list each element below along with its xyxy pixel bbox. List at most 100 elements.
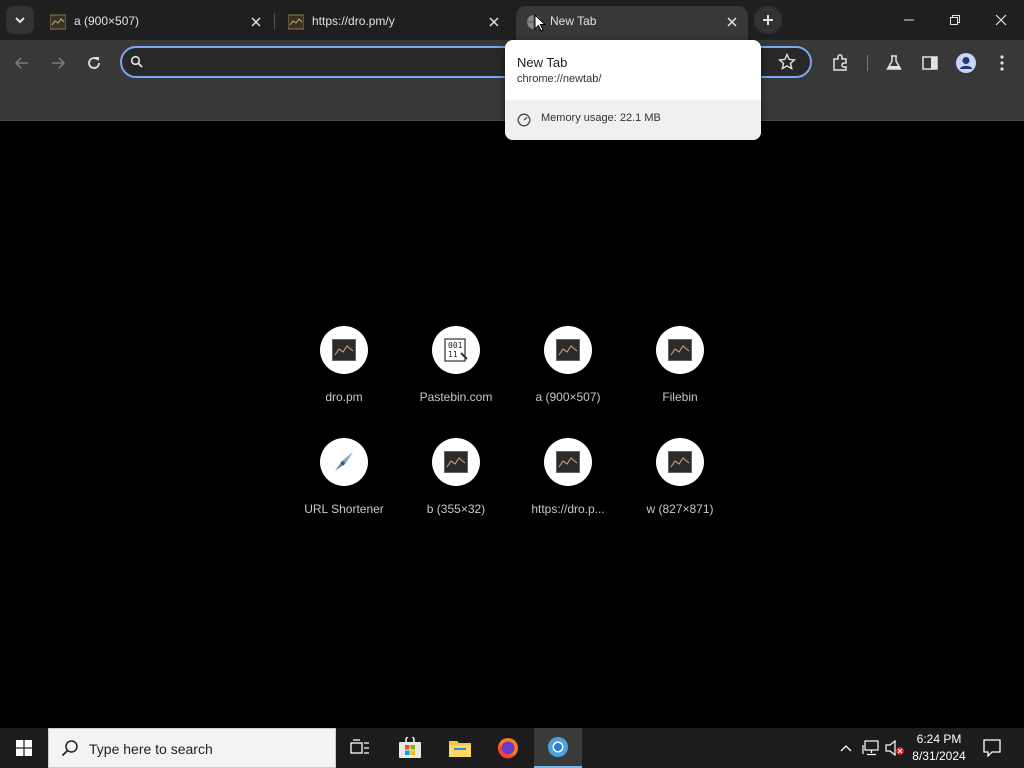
chevron-up-icon	[840, 745, 852, 752]
reload-icon	[88, 57, 100, 69]
shortcut-icon-circle	[656, 438, 704, 486]
new-tab-button[interactable]	[754, 6, 782, 34]
filebin-thumbnail-icon	[668, 339, 692, 361]
hover-card-title: New Tab	[517, 55, 568, 70]
network-button[interactable]	[860, 728, 882, 768]
arrow-left-icon	[14, 57, 28, 69]
dro-thumbnail-icon	[556, 451, 580, 473]
tab-title: a (900×507)	[74, 14, 140, 28]
shortcut-tile[interactable]: a (900×507)	[512, 318, 624, 430]
file-explorer-button[interactable]	[436, 728, 484, 768]
side-panel-button[interactable]	[916, 49, 944, 77]
taskbar-clock[interactable]: 6:24 PM 8/31/2024	[904, 731, 974, 765]
menu-button[interactable]	[988, 49, 1016, 77]
url-shortener-icon	[335, 452, 353, 471]
svg-text:11: 11	[448, 350, 458, 359]
forward-button[interactable]	[44, 49, 72, 77]
tab-1[interactable]: a (900×507)	[40, 6, 272, 40]
notifications-button[interactable]	[978, 728, 1006, 768]
restore-icon	[950, 15, 960, 25]
hover-card-url: chrome://newtab/	[517, 73, 602, 85]
tab-close-button[interactable]	[486, 14, 502, 30]
flask-icon	[886, 55, 902, 70]
shortcut-icon-circle	[656, 326, 704, 374]
shortcut-label: dro.pm	[325, 390, 363, 404]
shortcut-tile[interactable]: https://dro.p...	[512, 430, 624, 542]
tab-separator	[274, 13, 275, 29]
svg-text:001: 001	[448, 341, 463, 350]
search-icon	[61, 740, 78, 757]
firefox-button[interactable]	[484, 728, 532, 768]
tab-hover-card: New Tab chrome://newtab/ Memory usage: 2…	[505, 40, 761, 140]
shortcut-tile[interactable]: dro.pm	[288, 318, 400, 430]
tab-title: https://dro.pm/y	[312, 14, 395, 28]
show-hidden-icons-button[interactable]	[836, 728, 856, 768]
tab-strip: a (900×507) https://dro.pm/y New Tab	[0, 0, 1024, 40]
image-thumbnail-icon	[668, 451, 692, 473]
close-icon	[489, 17, 499, 27]
shortcut-label: b (355×32)	[426, 502, 486, 516]
taskbar-search-placeholder: Type here to search	[89, 741, 213, 757]
search-icon	[130, 55, 143, 68]
tab-3-active[interactable]: New Tab	[516, 6, 748, 40]
gauge-icon	[517, 113, 531, 127]
clock-time: 6:24 PM	[916, 732, 962, 746]
plus-icon	[763, 15, 773, 25]
image-thumbnail-icon	[50, 14, 66, 30]
image-thumbnail-icon	[444, 451, 468, 473]
shortcut-icon-circle	[432, 438, 480, 486]
clock-date: 8/31/2024	[912, 749, 966, 763]
chrome-taskbar-button[interactable]	[534, 728, 582, 768]
profile-button[interactable]	[952, 49, 980, 77]
image-thumbnail-icon	[288, 14, 304, 30]
shortcut-tile[interactable]: w (827×871)	[624, 430, 736, 542]
pastebin-icon: 00111	[444, 338, 468, 362]
volume-muted-icon	[885, 740, 904, 756]
close-icon	[995, 14, 1007, 26]
chevron-down-icon	[15, 17, 25, 24]
toolbar-divider	[867, 55, 868, 71]
labs-button[interactable]	[880, 49, 908, 77]
bookmark-star-icon[interactable]	[778, 53, 796, 71]
restore-button[interactable]	[932, 0, 978, 40]
taskbar-search-box[interactable]: Type here to search	[48, 728, 336, 768]
windows-logo-icon	[16, 740, 32, 756]
shortcut-tile[interactable]: b (355×32)	[400, 430, 512, 542]
network-icon	[862, 740, 879, 756]
shortcut-tile[interactable]: 001 11 Pastebin.com	[400, 318, 512, 430]
task-view-icon	[350, 739, 369, 754]
store-icon	[399, 737, 421, 758]
microsoft-store-button[interactable]	[386, 728, 434, 768]
shortcut-label: a (900×507)	[535, 390, 601, 404]
close-icon	[251, 17, 261, 27]
tab-search-button[interactable]	[6, 6, 34, 34]
close-window-button[interactable]	[978, 0, 1024, 40]
shortcut-icon-circle: 001 11	[432, 326, 480, 374]
shortcut-label: Filebin	[662, 390, 698, 404]
tab-title: New Tab	[550, 14, 597, 28]
firefox-icon	[498, 738, 518, 759]
shortcut-icon-circle	[544, 326, 592, 374]
tab-close-button[interactable]	[248, 14, 264, 30]
shortcut-label: Pastebin.com	[419, 390, 493, 404]
back-button[interactable]	[8, 49, 36, 77]
extensions-button[interactable]	[826, 49, 854, 77]
shortcut-tile[interactable]: URL Shortener	[288, 430, 400, 542]
task-view-button[interactable]	[336, 728, 384, 768]
memory-usage-text: Memory usage: 22.1 MB	[541, 112, 661, 124]
start-button[interactable]	[0, 728, 48, 768]
side-panel-icon	[922, 56, 938, 70]
shortcut-label: URL Shortener	[304, 502, 384, 516]
shortcut-tile[interactable]: Filebin	[624, 318, 736, 430]
shortcut-icon-circle	[320, 326, 368, 374]
hover-card-memory: Memory usage: 22.1 MB	[505, 100, 761, 140]
dro-thumbnail-icon	[332, 339, 356, 361]
reload-button[interactable]	[80, 49, 108, 77]
shortcut-icon-circle	[544, 438, 592, 486]
minimize-button[interactable]	[886, 0, 932, 40]
tab-2[interactable]: https://dro.pm/y	[278, 6, 510, 40]
volume-button[interactable]	[884, 728, 906, 768]
tab-close-button[interactable]	[724, 14, 740, 30]
minimize-icon	[904, 19, 914, 21]
shortcut-label: w (827×871)	[646, 502, 714, 516]
